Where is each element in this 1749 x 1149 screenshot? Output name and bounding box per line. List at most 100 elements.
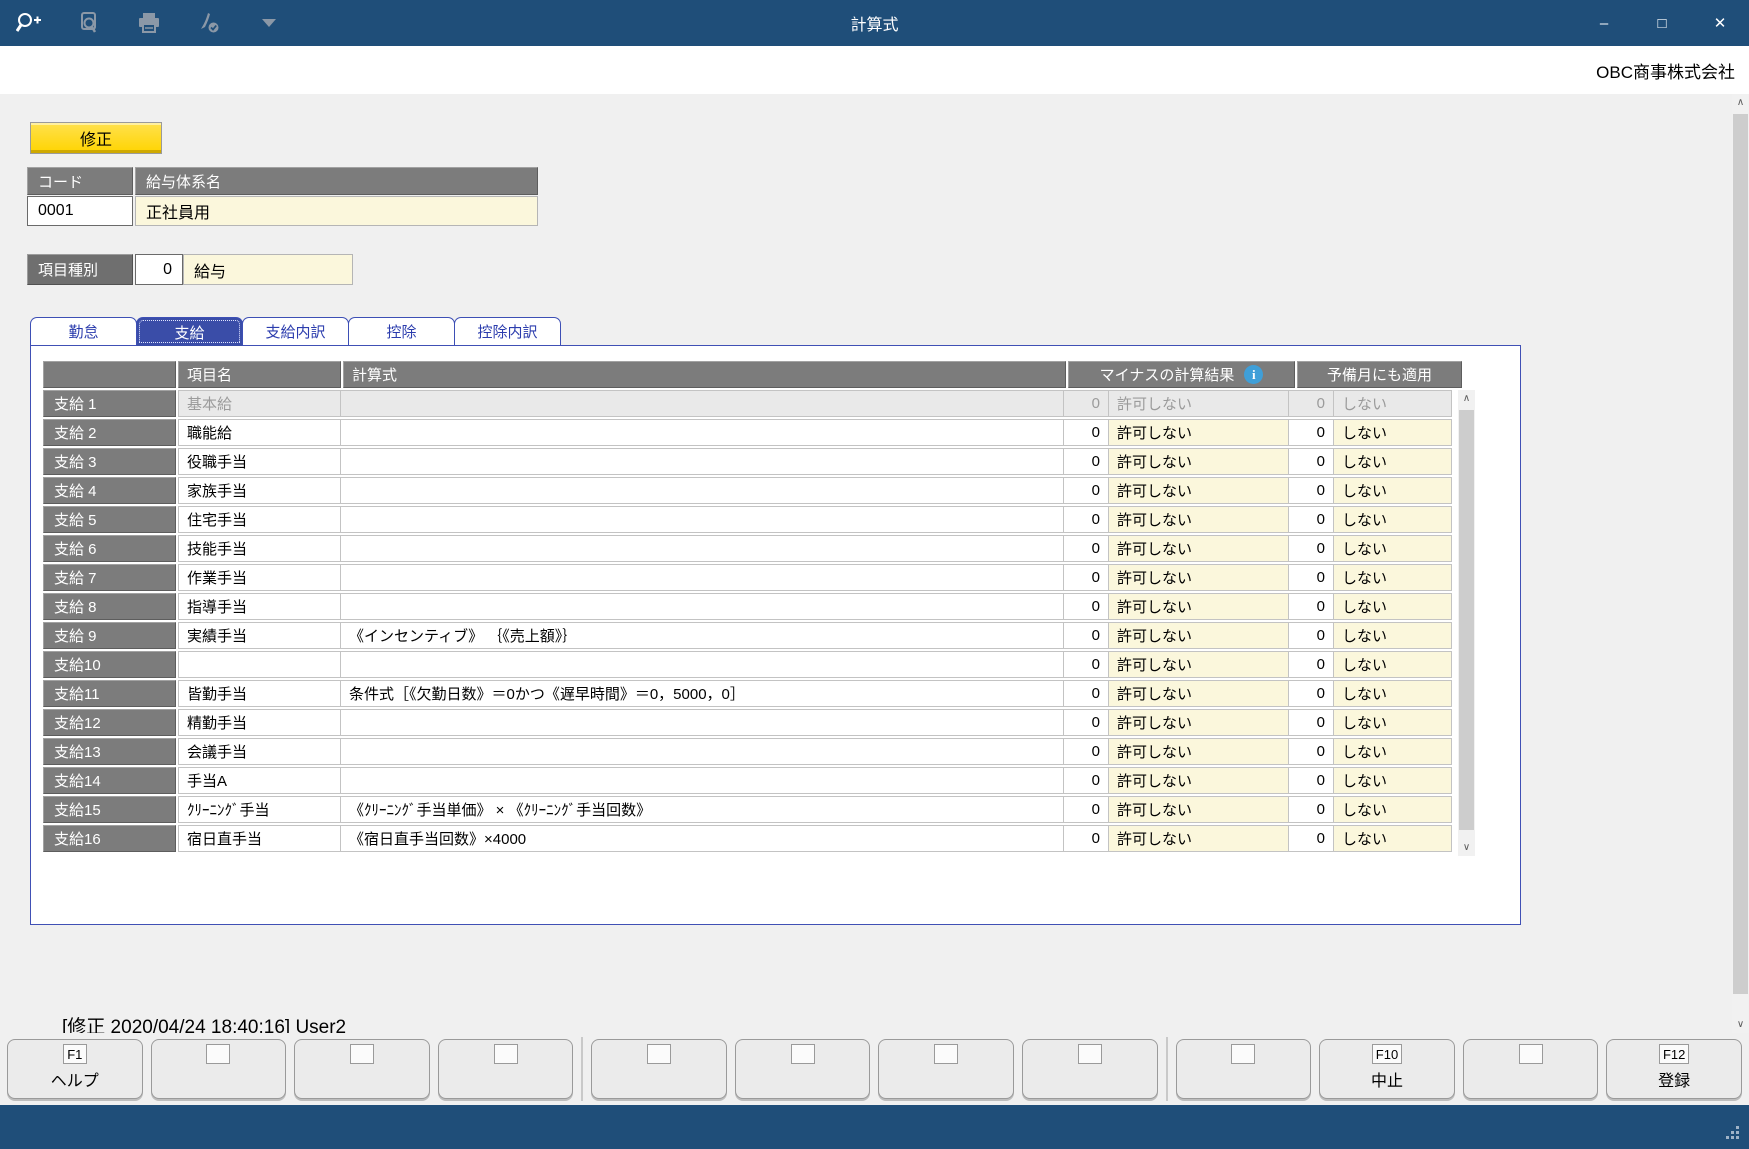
- reserve-code-cell[interactable]: 0: [1289, 651, 1334, 678]
- resize-grip-icon[interactable]: [1736, 1136, 1739, 1139]
- minus-result-cell[interactable]: 許可しない: [1109, 767, 1289, 794]
- minus-code-cell[interactable]: 0: [1064, 535, 1109, 562]
- item-name-cell[interactable]: ｸﾘｰﾆﾝｸﾞ手当: [178, 796, 341, 823]
- reserve-apply-cell[interactable]: しない: [1334, 593, 1452, 620]
- row-label[interactable]: 支給 9: [43, 622, 176, 649]
- item-name-cell[interactable]: 家族手当: [178, 477, 341, 504]
- row-label[interactable]: 支給 1: [43, 390, 176, 417]
- item-name-cell[interactable]: 役職手当: [178, 448, 341, 475]
- row-label[interactable]: 支給 3: [43, 448, 176, 475]
- reserve-apply-cell[interactable]: しない: [1334, 738, 1452, 765]
- grid-scroll-thumb[interactable]: [1459, 410, 1474, 830]
- reserve-code-cell[interactable]: 0: [1289, 796, 1334, 823]
- tab-4[interactable]: 控除: [348, 317, 455, 345]
- reserve-code-cell[interactable]: 0: [1289, 709, 1334, 736]
- item-name-cell[interactable]: 職能給: [178, 419, 341, 446]
- formula-cell[interactable]: [341, 448, 1064, 475]
- reserve-apply-cell[interactable]: しない: [1334, 709, 1452, 736]
- minus-result-cell[interactable]: 許可しない: [1109, 680, 1289, 707]
- reserve-apply-cell[interactable]: しない: [1334, 477, 1452, 504]
- reserve-code-cell[interactable]: 0: [1289, 680, 1334, 707]
- row-label[interactable]: 支給 7: [43, 564, 176, 591]
- formula-cell[interactable]: [341, 738, 1064, 765]
- minus-code-cell[interactable]: 0: [1064, 796, 1109, 823]
- minus-code-cell[interactable]: 0: [1064, 680, 1109, 707]
- fn-button-f1[interactable]: F1ヘルプ: [7, 1039, 143, 1099]
- minus-result-cell[interactable]: 許可しない: [1109, 390, 1289, 417]
- reserve-apply-cell[interactable]: しない: [1334, 564, 1452, 591]
- info-icon[interactable]: i: [1244, 365, 1263, 384]
- minus-result-cell[interactable]: 許可しない: [1109, 419, 1289, 446]
- reserve-code-cell[interactable]: 0: [1289, 477, 1334, 504]
- minus-code-cell[interactable]: 0: [1064, 622, 1109, 649]
- item-name-cell[interactable]: 作業手当: [178, 564, 341, 591]
- minus-code-cell[interactable]: 0: [1064, 448, 1109, 475]
- reserve-apply-cell[interactable]: しない: [1334, 825, 1452, 852]
- reserve-code-cell[interactable]: 0: [1289, 564, 1334, 591]
- grid-scrollbar[interactable]: ∧ ∨: [1458, 390, 1475, 856]
- formula-cell[interactable]: [341, 593, 1064, 620]
- item-name-cell[interactable]: 基本給: [178, 390, 341, 417]
- reserve-code-cell[interactable]: 0: [1289, 419, 1334, 446]
- formula-cell[interactable]: 《ｸﾘｰﾆﾝｸﾞ手当単価》 × 《ｸﾘｰﾆﾝｸﾞ手当回数》: [341, 796, 1064, 823]
- reserve-code-cell[interactable]: 0: [1289, 535, 1334, 562]
- tab-2[interactable]: 支給: [136, 317, 243, 346]
- minus-result-cell[interactable]: 許可しない: [1109, 709, 1289, 736]
- reserve-apply-cell[interactable]: しない: [1334, 651, 1452, 678]
- minus-result-cell[interactable]: 許可しない: [1109, 506, 1289, 533]
- reserve-apply-cell[interactable]: しない: [1334, 767, 1452, 794]
- tab-5[interactable]: 控除内訳: [454, 317, 561, 345]
- minus-code-cell[interactable]: 0: [1064, 419, 1109, 446]
- item-name-cell[interactable]: 手当A: [178, 767, 341, 794]
- row-label[interactable]: 支給10: [43, 651, 176, 678]
- row-label[interactable]: 支給 8: [43, 593, 176, 620]
- reserve-apply-cell[interactable]: しない: [1334, 448, 1452, 475]
- item-name-cell[interactable]: [178, 651, 341, 678]
- item-name-cell[interactable]: 宿日直手当: [178, 825, 341, 852]
- row-label[interactable]: 支給 4: [43, 477, 176, 504]
- reserve-code-cell[interactable]: 0: [1289, 825, 1334, 852]
- item-name-cell[interactable]: 実績手当: [178, 622, 341, 649]
- tab-1[interactable]: 勤怠: [30, 317, 137, 345]
- minus-code-cell[interactable]: 0: [1064, 564, 1109, 591]
- reserve-code-cell[interactable]: 0: [1289, 390, 1334, 417]
- search-add-icon[interactable]: [14, 9, 44, 37]
- minus-result-cell[interactable]: 許可しない: [1109, 477, 1289, 504]
- minus-code-cell[interactable]: 0: [1064, 593, 1109, 620]
- formula-cell[interactable]: [341, 767, 1064, 794]
- minus-result-cell[interactable]: 許可しない: [1109, 796, 1289, 823]
- minus-code-cell[interactable]: 0: [1064, 709, 1109, 736]
- reserve-apply-cell[interactable]: しない: [1334, 535, 1452, 562]
- row-label[interactable]: 支給13: [43, 738, 176, 765]
- reserve-apply-cell[interactable]: しない: [1334, 419, 1452, 446]
- code-value-field[interactable]: 0001: [27, 196, 133, 226]
- item-name-cell[interactable]: 精勤手当: [178, 709, 341, 736]
- window-scroll-down-icon[interactable]: ∨: [1732, 1016, 1749, 1033]
- reserve-apply-cell[interactable]: しない: [1334, 390, 1452, 417]
- window-scrollbar[interactable]: ∧ ∨: [1732, 94, 1749, 1033]
- minus-code-cell[interactable]: 0: [1064, 390, 1109, 417]
- formula-cell[interactable]: [341, 651, 1064, 678]
- reserve-apply-cell[interactable]: しない: [1334, 796, 1452, 823]
- formula-cell[interactable]: [341, 390, 1064, 417]
- formula-cell[interactable]: [341, 535, 1064, 562]
- row-label[interactable]: 支給15: [43, 796, 176, 823]
- pdf-output-icon[interactable]: [194, 9, 224, 37]
- grid-scroll-up-icon[interactable]: ∧: [1458, 390, 1475, 407]
- item-name-cell[interactable]: 皆勤手当: [178, 680, 341, 707]
- grid-scroll-down-icon[interactable]: ∨: [1458, 839, 1475, 856]
- reserve-code-cell[interactable]: 0: [1289, 738, 1334, 765]
- formula-cell[interactable]: [341, 477, 1064, 504]
- minimize-button[interactable]: –: [1575, 0, 1633, 46]
- minus-result-cell[interactable]: 許可しない: [1109, 564, 1289, 591]
- fn-button-f10[interactable]: F10中止: [1319, 1039, 1455, 1099]
- printer-icon[interactable]: [134, 9, 164, 37]
- row-label[interactable]: 支給12: [43, 709, 176, 736]
- menu-dropdown-icon[interactable]: [254, 9, 284, 37]
- row-label[interactable]: 支給16: [43, 825, 176, 852]
- minus-result-cell[interactable]: 許可しない: [1109, 535, 1289, 562]
- reserve-code-cell[interactable]: 0: [1289, 448, 1334, 475]
- reserve-code-cell[interactable]: 0: [1289, 593, 1334, 620]
- salary-system-name-field[interactable]: 正社員用: [135, 196, 538, 226]
- reserve-apply-cell[interactable]: しない: [1334, 622, 1452, 649]
